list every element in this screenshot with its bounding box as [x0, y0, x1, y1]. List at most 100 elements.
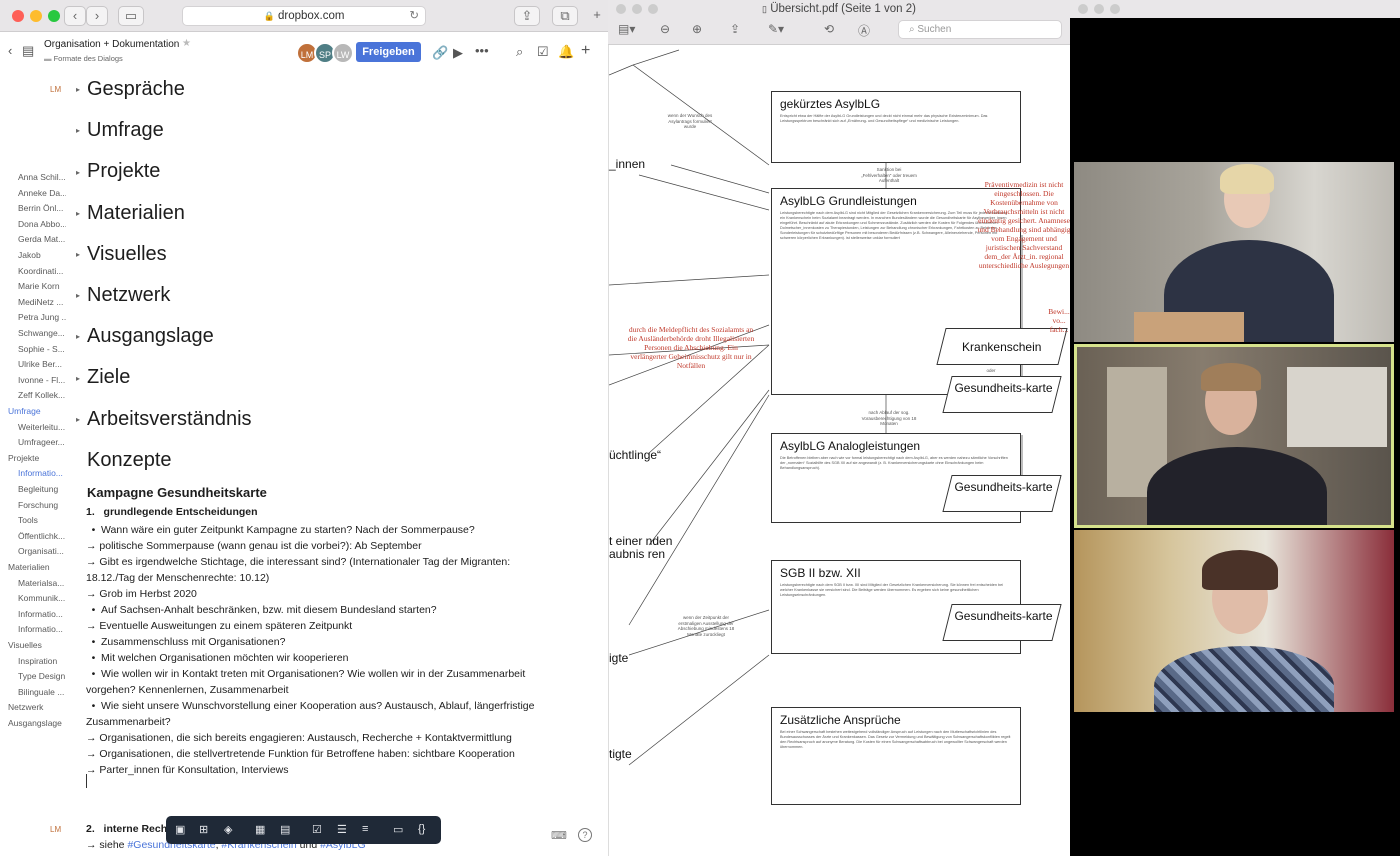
outline-item[interactable]: Sophie - S...	[18, 344, 66, 354]
disclosure-triangle-icon[interactable]: ▸	[76, 168, 87, 177]
outline-item[interactable]: MediNetz ...	[18, 297, 66, 307]
add-icon[interactable]: +	[581, 42, 590, 60]
numbered-list-icon[interactable]: ≡	[362, 823, 368, 835]
outline-item[interactable]: Informatio...	[18, 609, 66, 619]
disclosure-triangle-icon[interactable]: ▸	[76, 209, 87, 218]
search-icon[interactable]: ⌕	[516, 44, 523, 60]
more-icon[interactable]: •••	[475, 43, 489, 58]
outline-item[interactable]: Anna Schil...	[18, 172, 66, 182]
outline-item[interactable]: Dona Abbo...	[18, 219, 66, 229]
outline-item[interactable]: Öffentlichk...	[18, 531, 66, 541]
avatar[interactable]: LW	[332, 42, 354, 64]
outline-item[interactable]: Umfrage	[8, 406, 66, 416]
section-heading[interactable]: ▸ Projekte	[76, 160, 160, 183]
calendar-icon[interactable]: ▤	[280, 823, 290, 836]
folder-breadcrumb[interactable]: ▬ Formate des Dialogs	[44, 54, 123, 63]
section-heading[interactable]: ▸ Umfrage	[76, 119, 164, 142]
dropbox-icon[interactable]: ◈	[224, 823, 232, 836]
outline-item[interactable]: Ulrike Ber...	[18, 359, 66, 369]
forward-button[interactable]: ›	[86, 6, 108, 26]
zoom-out-icon[interactable]: ⊖	[660, 22, 670, 36]
outline-item[interactable]: Schwange...	[18, 328, 66, 338]
outline-item[interactable]: Organisati...	[18, 546, 66, 556]
help-icon[interactable]: ?	[578, 828, 592, 842]
back-button[interactable]: ‹	[64, 6, 86, 26]
participant-video[interactable]	[1074, 530, 1394, 712]
checklist-icon[interactable]: ☑	[537, 44, 549, 60]
outline-item[interactable]: Forschung	[18, 500, 66, 510]
outline-item[interactable]: Informatio...	[18, 624, 66, 634]
outline-item[interactable]: Materialien	[8, 562, 66, 572]
add-media-icon[interactable]: ⊞	[199, 823, 208, 836]
minimize-window-button[interactable]	[1094, 4, 1104, 14]
back-chevron-icon[interactable]: ‹	[8, 43, 12, 58]
section-heading[interactable]: ▸ Visuelles	[76, 243, 167, 266]
outline-item[interactable]: Projekte	[8, 453, 66, 463]
keyboard-icon[interactable]: ⌨	[551, 829, 567, 842]
present-icon[interactable]: ▶	[453, 45, 463, 61]
outline-item[interactable]: Visuelles	[8, 640, 66, 650]
url-bar[interactable]: 🔒 dropbox.com ↻	[182, 6, 426, 26]
disclosure-triangle-icon[interactable]: ▸	[76, 85, 87, 94]
new-tab-icon[interactable]: +	[588, 6, 606, 26]
bullet-list-icon[interactable]: ☰	[337, 823, 347, 836]
minimize-window-button[interactable]	[30, 10, 42, 22]
outline-item[interactable]: Anneke Da...	[18, 188, 66, 198]
section-heading[interactable]: ▸ Arbeitsverständnis	[76, 408, 252, 431]
disclosure-triangle-icon[interactable]: ▸	[76, 415, 87, 424]
disclosure-triangle-icon[interactable]: ▸	[76, 291, 87, 300]
bell-icon[interactable]: 🔔	[558, 44, 574, 60]
tabs-overview-icon[interactable]: ⧉	[552, 6, 578, 26]
disclosure-triangle-icon[interactable]: ▸	[76, 126, 87, 135]
image-icon[interactable]: ▣	[175, 823, 185, 836]
outline-item[interactable]: Netzwerk	[8, 702, 66, 712]
outline-item[interactable]: Koordinati...	[18, 266, 66, 276]
markup-pen-icon[interactable]: ✎▾	[768, 22, 784, 36]
outline-item[interactable]: Marie Korn	[18, 281, 66, 291]
outline-item[interactable]: Bilinguale ...	[18, 687, 66, 697]
outline-item[interactable]: Ausgangslage	[8, 718, 66, 728]
share-button[interactable]: Freigeben	[356, 42, 421, 62]
share-icon[interactable]: ⇪	[730, 22, 740, 36]
outline-item[interactable]: Ivonne - Fl...	[18, 375, 66, 385]
outline-item[interactable]: Tools	[18, 515, 66, 525]
sidebar-toggle-icon[interactable]: ▭	[118, 6, 144, 26]
link-icon[interactable]: 🔗	[432, 45, 448, 61]
disclosure-triangle-icon[interactable]: ▸	[76, 374, 87, 383]
outline-item[interactable]: Kommunik...	[18, 593, 66, 603]
view-menu-icon[interactable]: ▤▾	[618, 22, 635, 36]
outline-item[interactable]: Informatio...	[18, 468, 66, 478]
outline-item[interactable]: Berrin Önl...	[18, 203, 66, 213]
sidebar-panel-icon[interactable]: ▤	[22, 43, 34, 59]
star-icon[interactable]: ★	[182, 38, 191, 49]
outline-item[interactable]: Jakob	[18, 250, 66, 260]
reload-icon[interactable]: ↻	[409, 7, 419, 26]
disclosure-triangle-icon[interactable]: ▸	[76, 332, 87, 341]
outline-item[interactable]: Gerda Mat...	[18, 234, 66, 244]
outline-item[interactable]: Zeff Kollek...	[18, 390, 66, 400]
section-heading[interactable]: ▸ Gespräche	[76, 78, 185, 101]
divider-icon[interactable]: ▭	[393, 823, 403, 836]
close-window-button[interactable]	[1078, 4, 1088, 14]
close-window-button[interactable]	[12, 10, 24, 22]
outline-item[interactable]: Begleitung	[18, 484, 66, 494]
zoom-window-button[interactable]	[1110, 4, 1120, 14]
zoom-in-icon[interactable]: ⊕	[692, 22, 702, 36]
search-input[interactable]: ⌕ Suchen	[898, 20, 1062, 39]
outline-item[interactable]: Type Design	[18, 671, 66, 681]
participant-video[interactable]	[1074, 162, 1394, 342]
outline-item[interactable]: Materialsa...	[18, 578, 66, 588]
zoom-window-button[interactable]	[48, 10, 60, 22]
checkbox-icon[interactable]: ☑	[312, 823, 322, 836]
section-heading[interactable]: ▸ Ausgangslage	[76, 325, 214, 348]
table-icon[interactable]: ▦	[255, 823, 265, 836]
share-icon[interactable]: ⇪	[514, 6, 540, 26]
section-heading[interactable]: ▸ Netzwerk	[76, 284, 170, 307]
outline-item[interactable]: Inspiration	[18, 656, 66, 666]
disclosure-triangle-icon[interactable]: ▸	[76, 250, 87, 259]
section-heading[interactable]: ▸ Ziele	[76, 366, 130, 389]
rotate-icon[interactable]: ⟲	[824, 22, 834, 36]
active-speaker-video[interactable]	[1074, 344, 1394, 528]
outline-item[interactable]: Petra Jung ...	[18, 312, 66, 322]
outline-item[interactable]: Weiterleitu...	[18, 422, 66, 432]
